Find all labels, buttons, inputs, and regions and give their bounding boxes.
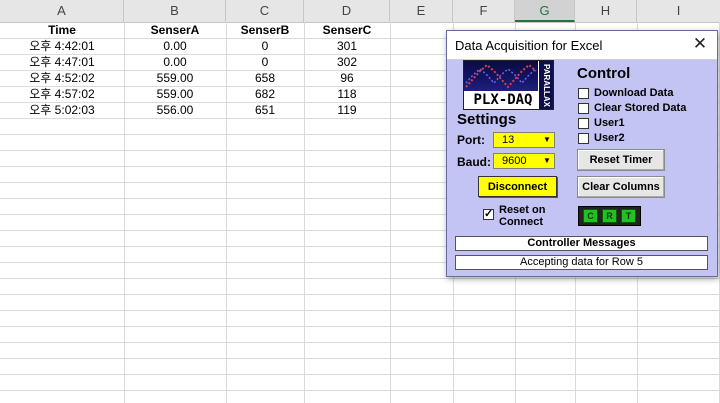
col-header-i[interactable]: I (637, 0, 720, 22)
user2-label: User2 (594, 132, 625, 144)
control-heading: Control (577, 65, 631, 82)
controller-messages-header: Controller Messages (455, 236, 708, 251)
grid-hline (0, 342, 720, 343)
reset-on-connect-label-line1: Reset on (499, 204, 546, 216)
cell-header-senserb[interactable]: SenserB (226, 22, 304, 38)
table-cell[interactable]: 119 (304, 102, 390, 118)
settings-heading: Settings (457, 111, 517, 128)
table-cell[interactable]: 오후 4:42:01 (0, 38, 124, 54)
col-header-a[interactable]: A (0, 0, 124, 22)
clear-stored-data-checkbox[interactable] (578, 103, 589, 114)
table-cell[interactable]: 301 (304, 38, 390, 54)
logo-wave-graphic (464, 61, 538, 91)
logo-side-text: PARALLAX (539, 61, 553, 109)
col-header-c[interactable]: C (226, 0, 304, 22)
cell-header-time[interactable]: Time (0, 22, 124, 38)
close-icon[interactable]: ✕ (689, 33, 711, 55)
table-cell[interactable]: 651 (226, 102, 304, 118)
col-header-f[interactable]: F (453, 0, 515, 22)
reset-on-connect-label-line2: Connect (499, 216, 543, 228)
cell-header-senserc[interactable]: SenserC (304, 22, 390, 38)
crt-indicator: C R T (578, 206, 641, 226)
reset-timer-button[interactable]: Reset Timer (577, 149, 665, 171)
col-header-b[interactable]: B (124, 0, 226, 22)
grid-hline (0, 358, 720, 359)
led-c: C (583, 209, 598, 223)
clear-columns-button[interactable]: Clear Columns (577, 176, 665, 198)
table-cell[interactable]: 0.00 (124, 54, 226, 70)
port-select[interactable]: 13 ▼ (493, 132, 555, 148)
reset-on-connect-checkbox[interactable] (483, 207, 494, 220)
table-cell[interactable]: 0 (226, 54, 304, 70)
grid-vline (390, 22, 391, 403)
logo-wave-icon (465, 63, 537, 89)
download-data-label: Download Data (594, 87, 674, 99)
disconnect-button[interactable]: Disconnect (478, 176, 557, 197)
table-cell[interactable]: 0 (226, 38, 304, 54)
col-header-h[interactable]: H (575, 0, 637, 22)
plx-daq-logo: PLX-DAQ PARALLAX (463, 60, 554, 110)
clear-stored-data-label: Clear Stored Data (594, 102, 687, 114)
table-cell[interactable]: 96 (304, 70, 390, 86)
port-label: Port: (457, 133, 485, 147)
led-t: T (621, 209, 636, 223)
col-header-e[interactable]: E (390, 0, 453, 22)
table-cell[interactable]: 오후 4:47:01 (0, 54, 124, 70)
baud-value: 9600 (502, 155, 527, 167)
grid-hline (0, 310, 720, 311)
chevron-down-icon[interactable]: ▼ (541, 155, 553, 167)
table-cell[interactable]: 556.00 (124, 102, 226, 118)
table-cell[interactable]: 오후 5:02:03 (0, 102, 124, 118)
col-header-g[interactable]: G (515, 0, 575, 22)
status-message: Accepting data for Row 5 (455, 255, 708, 270)
table-cell[interactable]: 682 (226, 86, 304, 102)
table-cell[interactable]: 559.00 (124, 70, 226, 86)
grid-hline (0, 390, 720, 391)
table-cell[interactable]: 오후 4:52:02 (0, 70, 124, 86)
logo-text: PLX-DAQ (473, 92, 533, 108)
table-cell[interactable]: 118 (304, 86, 390, 102)
col-header-d[interactable]: D (304, 0, 390, 22)
download-data-checkbox[interactable] (578, 88, 589, 99)
grid-hline (0, 278, 720, 279)
cell-header-sensera[interactable]: SenserA (124, 22, 226, 38)
grid-hline (0, 326, 720, 327)
grid-hline (0, 294, 720, 295)
table-cell[interactable]: 오후 4:57:02 (0, 86, 124, 102)
user2-checkbox[interactable] (578, 133, 589, 144)
user1-label: User1 (594, 117, 625, 129)
port-value: 13 (502, 134, 515, 146)
table-cell[interactable]: 302 (304, 54, 390, 70)
grid-hline (0, 374, 720, 375)
dialog-title: Data Acquisition for Excel (455, 38, 603, 53)
baud-label: Baud: (457, 155, 491, 169)
user1-checkbox[interactable] (578, 118, 589, 129)
led-r: R (602, 209, 617, 223)
table-cell[interactable]: 658 (226, 70, 304, 86)
column-header-row: A B C D E F G H I (0, 0, 720, 23)
table-cell[interactable]: 559.00 (124, 86, 226, 102)
dialog-titlebar[interactable]: Data Acquisition for Excel ✕ (447, 31, 717, 60)
table-cell[interactable]: 0.00 (124, 38, 226, 54)
plx-daq-dialog: Data Acquisition for Excel ✕ PLX-DAQ PAR… (446, 30, 718, 277)
chevron-down-icon[interactable]: ▼ (541, 134, 553, 146)
baud-select[interactable]: 9600 ▼ (493, 153, 555, 169)
